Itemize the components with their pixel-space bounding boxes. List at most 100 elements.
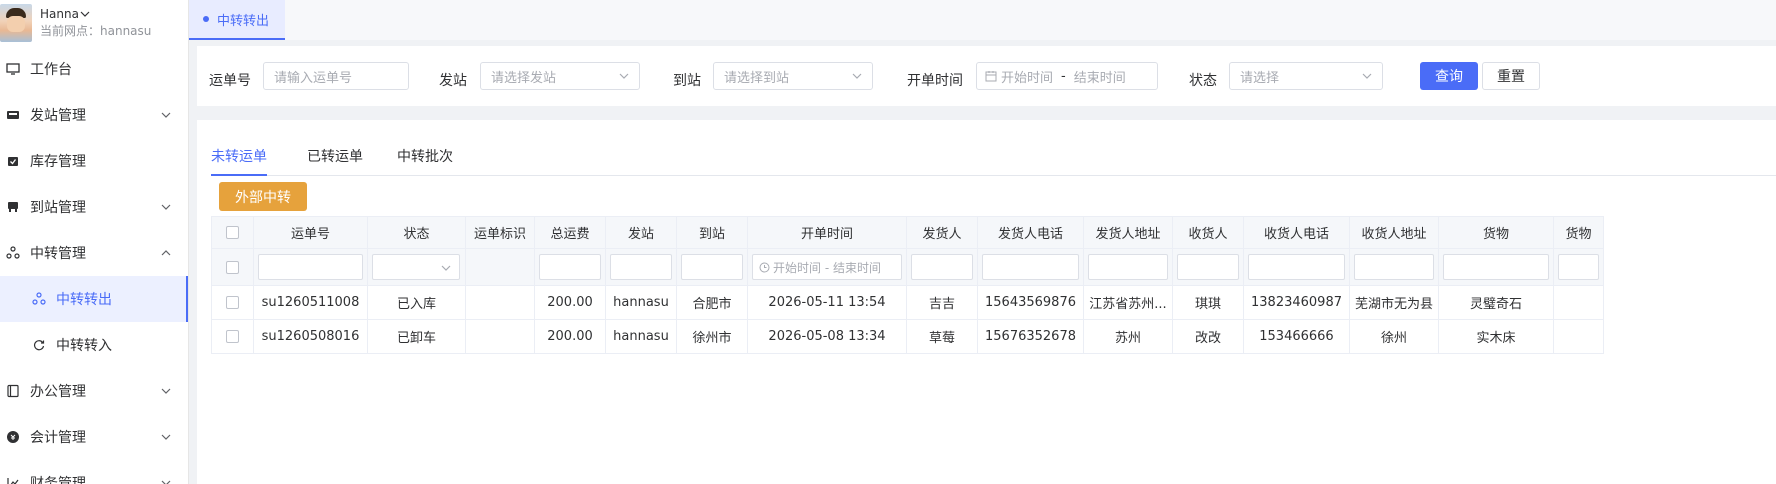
filter-cell <box>906 248 978 286</box>
reset-button[interactable]: 重置 <box>1482 62 1540 90</box>
status-placeholder: 请选择 <box>1240 70 1280 86</box>
table-row[interactable]: su1260511008 已入库 200.00 hannasu 合肥市 2026… <box>211 285 1604 320</box>
waybill-input[interactable]: 请输入运单号 <box>263 62 409 90</box>
submenu-item-transfer-out[interactable]: 中转转出 <box>0 276 188 322</box>
filter-cell <box>1243 248 1350 286</box>
goods-filter-input[interactable] <box>1443 254 1549 280</box>
goods2-cell <box>1553 285 1604 320</box>
tab-transfer-out[interactable]: 中转转出 <box>189 0 285 40</box>
filter-panel: 运单号 请输入运单号 发站 请选择发站 到站 请选择到站 开单时间 开始时间 -… <box>197 46 1776 106</box>
from-station-placeholder: 请选择发站 <box>491 70 557 86</box>
submenu-label: 中转转入 <box>56 338 112 354</box>
filter-cell <box>977 248 1084 286</box>
receiver-phone-filter-input[interactable] <box>1248 254 1345 280</box>
time-cell: 2026-05-11 13:54 <box>747 285 907 320</box>
sidebar: Hanna 当前网点：hannasu 工作台 发站管理 库存管理 到站管理 中转… <box>0 0 189 484</box>
table-filter-row: 开始时间 - 结束时间 <box>211 248 1604 286</box>
to-filter-input[interactable] <box>681 254 743 280</box>
user-name: Hanna <box>40 7 79 21</box>
chevron-down-icon <box>161 112 171 118</box>
waybill-link[interactable]: su1260511008 <box>253 285 368 320</box>
menu-label: 办公管理 <box>30 384 86 400</box>
clock-icon <box>759 262 770 272</box>
column-header: 发站 <box>605 216 677 249</box>
time-separator: - <box>1061 68 1066 84</box>
time-cell: 2026-05-08 13:34 <box>747 319 907 354</box>
submenu-item-transfer-in[interactable]: 中转转入 <box>0 322 188 368</box>
tab-transferred[interactable]: 已转运单 <box>307 142 363 176</box>
row-checkbox[interactable] <box>226 296 239 309</box>
menu-item-accounting[interactable]: 会计管理 <box>0 414 188 460</box>
chevron-down-icon <box>441 265 451 271</box>
receiver-addr-filter-input[interactable] <box>1354 254 1434 280</box>
time-end-placeholder: 结束时间 <box>1073 70 1126 86</box>
menu-item-office[interactable]: 办公管理 <box>0 368 188 414</box>
tab-label: 中转转出 <box>217 13 270 29</box>
row-select-cell <box>211 285 254 320</box>
shipper-addr-filter-input[interactable] <box>1088 254 1168 280</box>
avatar <box>0 4 32 42</box>
to-station-label: 到站 <box>673 73 701 89</box>
printer-icon <box>6 200 20 214</box>
chevron-down-icon <box>1362 73 1372 79</box>
status-link[interactable]: 已卸车 <box>367 319 466 354</box>
shipper-phone-cell: 15643569876 <box>977 285 1084 320</box>
shipper-phone-filter-input[interactable] <box>982 254 1079 280</box>
shipper-phone-cell: 15676352678 <box>977 319 1084 354</box>
receiver-filter-input[interactable] <box>1177 254 1239 280</box>
column-header: 收货人 <box>1172 216 1244 249</box>
filter-cell <box>1349 248 1439 286</box>
tab-untransferred[interactable]: 未转运单 <box>211 142 267 176</box>
menu-item-workbench[interactable]: 工作台 <box>0 46 188 92</box>
from-filter-input[interactable] <box>610 254 672 280</box>
fee-filter-input[interactable] <box>539 254 601 280</box>
receiver-phone-cell: 13823460987 <box>1243 285 1350 320</box>
transfer-icon <box>6 246 20 260</box>
time-filter-range[interactable]: 开始时间 - 结束时间 <box>752 254 902 280</box>
chevron-down-icon <box>80 11 90 17</box>
filter-cell <box>1172 248 1244 286</box>
menu-label: 发站管理 <box>30 108 86 124</box>
to-station-placeholder: 请选择到站 <box>724 70 790 86</box>
menu-label: 工作台 <box>30 62 72 78</box>
menu-item-inventory[interactable]: 库存管理 <box>0 138 188 184</box>
monitor-icon <box>6 62 20 76</box>
filter-cell: 开始时间 - 结束时间 <box>747 248 907 286</box>
filter-cell <box>253 248 368 286</box>
select-all-checkbox[interactable] <box>226 226 239 239</box>
external-transfer-button[interactable]: 外部中转 <box>219 182 307 211</box>
shipper-filter-input[interactable] <box>911 254 973 280</box>
table-row[interactable]: su1260508016 已卸车 200.00 hannasu 徐州市 2026… <box>211 319 1604 354</box>
query-button[interactable]: 查询 <box>1420 62 1478 90</box>
order-time-range[interactable]: 开始时间 - 结束时间 <box>976 62 1158 90</box>
fee-cell: 200.00 <box>534 285 606 320</box>
tab-transfer-batch[interactable]: 中转批次 <box>397 142 453 176</box>
status-select[interactable]: 请选择 <box>1229 62 1383 90</box>
shipper-cell: 草莓 <box>906 319 978 354</box>
to-station-select[interactable]: 请选择到站 <box>713 62 873 90</box>
active-dot-icon <box>203 16 209 22</box>
receiver-cell: 改改 <box>1172 319 1244 354</box>
menu-item-arrival[interactable]: 到站管理 <box>0 184 188 230</box>
filter-checkbox[interactable] <box>226 260 239 274</box>
goods2-filter-input[interactable] <box>1558 254 1599 280</box>
waybill-filter-input[interactable] <box>258 254 363 280</box>
column-header: 货物 <box>1553 216 1604 249</box>
refresh-icon <box>32 338 46 352</box>
user-info[interactable]: Hanna 当前网点：hannasu <box>0 0 188 46</box>
receiver-phone-cell: 153466666 <box>1243 319 1350 354</box>
column-header: 发货人 <box>906 216 978 249</box>
receiver-addr-cell: 芜湖市无为县 <box>1349 285 1439 320</box>
waybill-link[interactable]: su1260508016 <box>253 319 368 354</box>
status-filter-select[interactable] <box>372 254 460 280</box>
to-cell: 合肥市 <box>676 285 748 320</box>
from-cell: hannasu <box>605 319 677 354</box>
menu-item-transfer[interactable]: 中转管理 <box>0 230 188 276</box>
column-header: 收货人电话 <box>1243 216 1350 249</box>
row-checkbox[interactable] <box>226 330 239 343</box>
from-station-select[interactable]: 请选择发站 <box>480 62 640 90</box>
select-all-cell <box>211 216 254 249</box>
menu-item-finance[interactable]: 财务管理 <box>0 460 188 484</box>
status-link[interactable]: 已入库 <box>367 285 466 320</box>
menu-item-dispatch[interactable]: 发站管理 <box>0 92 188 138</box>
